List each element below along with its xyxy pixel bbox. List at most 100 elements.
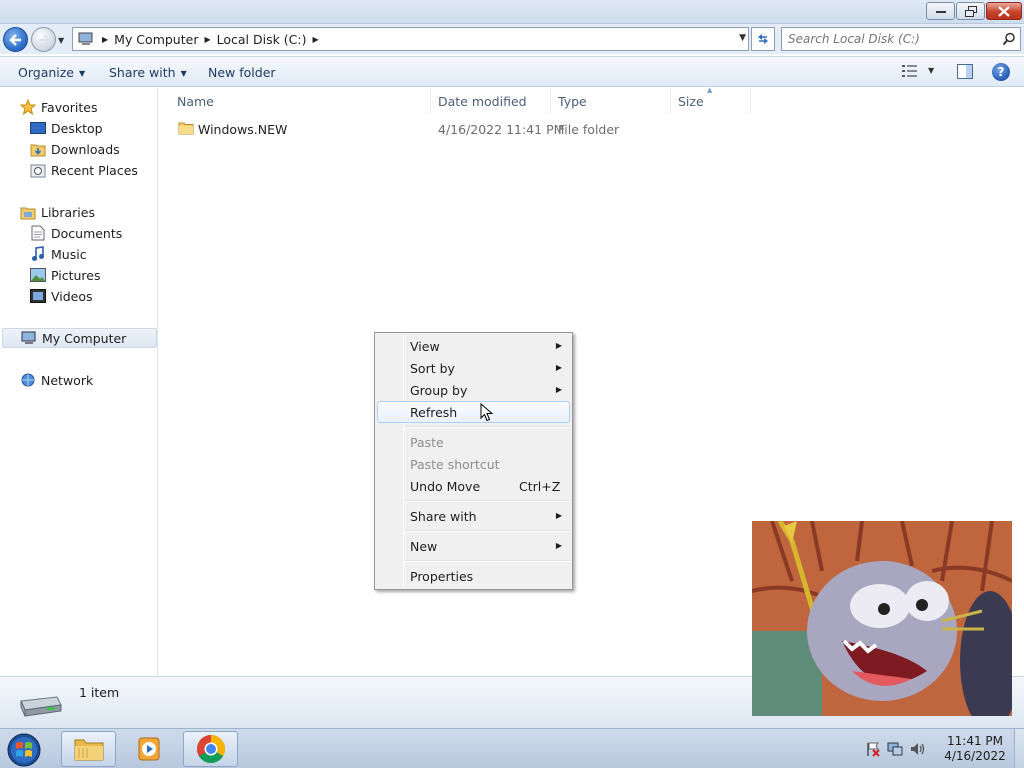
nav-recent-places-label: Recent Places: [51, 162, 138, 178]
item-count: 1 item: [79, 685, 120, 700]
view-options-dropdown-icon[interactable]: ▼: [928, 66, 934, 75]
search-icon[interactable]: [1002, 32, 1016, 46]
nav-my-computer-label: My Computer: [42, 330, 127, 346]
menu-item-group-by[interactable]: Group by ▶: [377, 379, 570, 401]
menu-item-view-label: View: [410, 339, 440, 354]
nav-music[interactable]: Music: [29, 244, 87, 264]
menu-item-undo-move-label: Undo Move: [410, 479, 481, 494]
address-dropdown-icon[interactable]: ▼: [739, 33, 746, 43]
nav-music-label: Music: [51, 246, 87, 262]
breadcrumb-arrow-icon[interactable]: ▶: [204, 35, 210, 44]
menu-item-view[interactable]: View ▶: [377, 335, 570, 357]
file-name: Windows.NEW: [198, 122, 288, 137]
menu-item-group-by-label: Group by: [410, 383, 468, 398]
context-menu: View ▶ Sort by ▶ Group by ▶ Refresh Paste P…: [374, 332, 573, 590]
forward-button[interactable]: [31, 27, 56, 52]
music-icon: [29, 246, 46, 262]
show-desktop-button[interactable]: [1014, 729, 1024, 768]
restore-button[interactable]: [956, 2, 985, 20]
start-button[interactable]: [4, 731, 44, 767]
taskbar: 11:41 PM 4/16/2022: [0, 728, 1024, 768]
file-date-modified: 4/16/2022 11:41 PM: [438, 122, 565, 137]
command-bar: Organize ▼ Share with ▼ New folder ▼ ?: [0, 56, 1024, 87]
menu-item-undo-move[interactable]: Undo Move Ctrl+Z: [377, 475, 570, 497]
menu-item-sort-by[interactable]: Sort by ▶: [377, 357, 570, 379]
nav-libraries[interactable]: Libraries: [19, 202, 95, 222]
taskbar-clock[interactable]: 11:41 PM 4/16/2022: [940, 734, 1010, 764]
nav-recent-places[interactable]: Recent Places: [29, 160, 138, 180]
sort-indicator-icon: ▲: [707, 86, 713, 94]
taskbar-media-player-button[interactable]: [121, 731, 176, 767]
breadcrumb-local-disk[interactable]: Local Disk (C:): [217, 32, 307, 47]
menu-item-new-label: New: [410, 539, 438, 554]
share-with-button[interactable]: Share with ▼: [109, 65, 187, 80]
recent-pages-dropdown-icon[interactable]: ▼: [58, 36, 64, 45]
back-button[interactable]: [3, 27, 28, 52]
breadcrumb-my-computer[interactable]: My Computer: [114, 32, 198, 47]
nav-videos[interactable]: Videos: [29, 286, 93, 306]
nav-network[interactable]: Network: [19, 370, 93, 390]
share-with-label: Share with: [109, 65, 176, 80]
menu-item-paste-shortcut-label: Paste shortcut: [410, 457, 500, 472]
menu-separator: [405, 500, 570, 502]
video-overlay: [752, 521, 1012, 716]
column-header-name[interactable]: Name: [169, 88, 431, 114]
cartoon-character-image: [752, 521, 1012, 716]
nav-documents[interactable]: Documents: [29, 223, 122, 243]
submenu-arrow-icon: ▶: [555, 385, 562, 394]
search-input[interactable]: [788, 29, 998, 49]
clock-time: 11:41 PM: [947, 734, 1003, 748]
preview-pane-icon[interactable]: [957, 64, 973, 79]
menu-separator: [405, 530, 570, 532]
chevron-down-icon: ▼: [79, 69, 86, 78]
nav-libraries-label: Libraries: [41, 204, 95, 220]
menu-item-paste[interactable]: Paste: [377, 431, 570, 453]
network-status-icon[interactable]: [887, 741, 903, 757]
star-icon: [19, 99, 36, 115]
menu-item-paste-shortcut[interactable]: Paste shortcut: [377, 453, 570, 475]
breadcrumb-arrow-icon[interactable]: ▶: [313, 35, 319, 44]
downloads-folder-icon: [29, 141, 46, 157]
close-button[interactable]: [986, 2, 1022, 20]
organize-button[interactable]: Organize ▼: [18, 65, 85, 80]
nav-favorites[interactable]: Favorites: [19, 97, 97, 117]
menu-item-new[interactable]: New ▶: [377, 535, 570, 557]
menu-item-undo-shortcut: Ctrl+Z: [519, 479, 561, 494]
address-bar[interactable]: ▶ My Computer ▶ Local Disk (C:) ▶ ▼: [72, 27, 749, 51]
nav-videos-label: Videos: [51, 288, 93, 304]
nav-my-computer[interactable]: My Computer: [2, 328, 157, 348]
menu-item-properties[interactable]: Properties: [377, 565, 570, 587]
volume-icon[interactable]: [909, 741, 927, 757]
taskbar-explorer-button[interactable]: [61, 731, 116, 767]
nav-desktop[interactable]: Desktop: [29, 118, 103, 138]
column-header-date-modified[interactable]: Date modified: [430, 88, 551, 114]
minimize-button[interactable]: [926, 2, 955, 20]
organize-label: Organize: [18, 65, 74, 80]
network-icon: [19, 372, 36, 388]
submenu-arrow-icon: ▶: [555, 363, 562, 372]
desktop-icon: [29, 120, 46, 136]
nav-downloads[interactable]: Downloads: [29, 139, 120, 159]
taskbar-chrome-button[interactable]: [183, 731, 238, 767]
new-folder-button[interactable]: New folder: [208, 65, 276, 80]
action-center-flag-icon[interactable]: [865, 741, 881, 757]
menu-item-share-with[interactable]: Share with ▶: [377, 505, 570, 527]
nav-network-label: Network: [41, 372, 94, 388]
file-row[interactable]: Windows.NEW 4/16/2022 11:41 PM File fold…: [169, 119, 769, 139]
new-folder-label: New folder: [208, 65, 276, 80]
libraries-icon: [19, 204, 36, 220]
clock-date: 4/16/2022: [944, 749, 1006, 763]
help-button[interactable]: ?: [992, 63, 1010, 81]
refresh-button[interactable]: [751, 27, 775, 51]
menu-item-refresh[interactable]: Refresh: [377, 401, 570, 423]
submenu-arrow-icon: ▶: [555, 341, 562, 350]
menu-item-properties-label: Properties: [410, 569, 474, 584]
navigation-pane: Favorites Desktop Downloads Recent Place…: [0, 88, 158, 676]
menu-separator: [405, 560, 570, 562]
change-view-icon[interactable]: [902, 64, 918, 78]
breadcrumb-arrow-icon[interactable]: ▶: [102, 35, 108, 44]
minimize-icon: [935, 11, 946, 13]
hard-drive-icon: [20, 696, 62, 717]
nav-pictures[interactable]: Pictures: [29, 265, 101, 285]
column-header-type[interactable]: Type: [550, 88, 671, 114]
